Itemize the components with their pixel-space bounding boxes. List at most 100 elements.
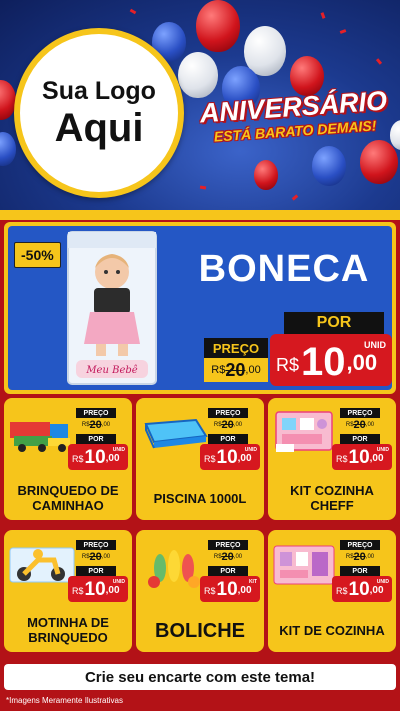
- price-currency: R$: [336, 454, 348, 464]
- old-price-value: 20: [89, 419, 102, 431]
- old-price: R$ 20,00: [76, 550, 116, 564]
- discount-badge: -50%: [14, 242, 61, 268]
- product-name: BRINQUEDO DE CAMINHAO: [17, 483, 119, 513]
- product-card[interactable]: PREÇO R$ 20,00 POR R$ 10,00 UNID PISCINA 10…: [136, 398, 264, 520]
- old-price: R$ 20,00: [340, 550, 380, 564]
- old-price: R$ 20,00: [208, 418, 248, 432]
- confetti-icon: [291, 194, 299, 201]
- old-price-currency: R$: [81, 422, 90, 428]
- balloon-icon: [312, 146, 346, 186]
- new-price: R$ 10,00 UNID: [332, 576, 392, 602]
- old-price-label: PREÇO: [208, 408, 248, 418]
- featured-old-price: R$ 20 ,00: [204, 358, 268, 382]
- balloon-icon: [360, 140, 398, 184]
- price-value: 10: [348, 447, 370, 468]
- cta-banner[interactable]: Crie seu encarte com este tema!: [4, 664, 396, 690]
- featured-product-panel: Meu Bebê -50% BONECA PREÇO R$ 20 ,00 POR…: [8, 226, 392, 390]
- featured-product-card[interactable]: Meu Bebê -50% BONECA PREÇO R$ 20 ,00 POR…: [4, 222, 396, 394]
- price-cents: ,00: [105, 585, 120, 596]
- price-value: 10: [84, 447, 106, 468]
- price-cents: ,00: [237, 585, 252, 596]
- image-disclaimer: *Imagens Meramente Ilustrativas: [6, 696, 123, 705]
- product-card[interactable]: PREÇO R$ 20,00 POR R$ 10,00 UNID KIT DE COZ…: [268, 530, 396, 652]
- new-price-label: POR: [340, 566, 380, 576]
- logo-text-line2: Aqui: [54, 105, 144, 150]
- product-name: MOTINHA DE BRINQUEDO: [27, 615, 109, 645]
- old-price-label: PREÇO: [208, 540, 248, 550]
- product-name: KIT DE COZINHA: [279, 622, 385, 638]
- price-currency: R$: [336, 586, 348, 596]
- featured-new-price-label: POR: [284, 312, 384, 334]
- new-price: R$ 10,00 UNID: [68, 576, 128, 602]
- balloon-icon: [178, 52, 218, 98]
- price-cents: ,00: [369, 453, 384, 464]
- new-price: R$ 10,00 UNID: [332, 444, 392, 470]
- featured-old-price-value: 20: [225, 359, 246, 380]
- header-divider: [0, 210, 400, 220]
- new-price-label: POR: [208, 434, 248, 444]
- old-price-cents: ,00: [233, 422, 243, 428]
- header-banner: Sua Logo Aqui ANIVERSÁRIO ESTÁ BARATO DE…: [0, 0, 400, 216]
- product-name: KIT COZINHA CHEFF: [290, 483, 374, 513]
- old-price-value: 20: [89, 551, 102, 563]
- featured-old-price-currency: R$: [211, 364, 226, 376]
- featured-price-cents: ,00: [346, 350, 378, 375]
- confetti-icon: [320, 12, 326, 19]
- price-cents: ,00: [105, 453, 120, 464]
- old-price: R$ 20,00: [340, 418, 380, 432]
- featured-price-value: 10: [301, 340, 346, 384]
- old-price-currency: R$: [345, 554, 354, 560]
- old-price-cents: ,00: [365, 554, 375, 560]
- logo-text-line1: Sua Logo: [42, 76, 156, 105]
- featured-new-price: R$ 10 ,00 UNID: [270, 334, 392, 386]
- price-value: 10: [348, 579, 370, 600]
- price-cents: ,00: [237, 453, 252, 464]
- balloon-icon: [0, 132, 16, 166]
- confetti-icon: [199, 185, 207, 190]
- product-card[interactable]: PREÇO R$ 20,00 POR R$ 10,00 UNID MOTINHA DE…: [4, 530, 132, 652]
- price-currency: R$: [72, 586, 84, 596]
- new-price-label: POR: [208, 566, 248, 576]
- old-price-label: PREÇO: [76, 408, 116, 418]
- confetti-icon: [339, 29, 347, 34]
- price-unit: UNID: [112, 579, 125, 585]
- product-card[interactable]: PREÇO R$ 20,00 POR R$ 10,00 UNID BRINQUEDO …: [4, 398, 132, 520]
- old-price-label: PREÇO: [76, 540, 116, 550]
- price-cents: ,00: [369, 585, 384, 596]
- balloon-icon: [196, 0, 240, 52]
- doll-box-icon: Meu Bebê: [67, 231, 157, 385]
- product-card[interactable]: PREÇO R$ 20,00 POR R$ 10,00 KIT BOLICHE: [136, 530, 264, 652]
- new-price: R$ 10,00 UNID: [200, 444, 260, 470]
- new-price-label: POR: [76, 566, 116, 576]
- product-name: PISCINA 1000L: [153, 490, 247, 506]
- old-price-cents: ,00: [101, 422, 111, 428]
- new-price: R$ 10,00 UNID: [68, 444, 128, 470]
- featured-old-price-label: PREÇO: [204, 338, 268, 358]
- old-price-currency: R$: [345, 422, 354, 428]
- price-unit: UNID: [112, 447, 125, 453]
- old-price-value: 20: [221, 551, 234, 563]
- featured-product-name: BONECA: [198, 248, 370, 290]
- featured-old-price-cents: ,00: [245, 364, 261, 376]
- price-unit: UNID: [244, 447, 257, 453]
- old-price-cents: ,00: [101, 554, 111, 560]
- product-card[interactable]: PREÇO R$ 20,00 POR R$ 10,00 UNID KIT COZINH…: [268, 398, 396, 520]
- new-price-label: POR: [76, 434, 116, 444]
- old-price: R$ 20,00: [76, 418, 116, 432]
- balloon-icon: [254, 160, 278, 190]
- old-price-label: PREÇO: [340, 408, 380, 418]
- old-price-currency: R$: [213, 554, 222, 560]
- price-value: 10: [216, 447, 238, 468]
- old-price-cents: ,00: [365, 422, 375, 428]
- confetti-icon: [129, 8, 137, 15]
- new-price: R$ 10,00 KIT: [200, 576, 260, 602]
- price-unit: KIT: [248, 579, 257, 585]
- confetti-icon: [375, 58, 383, 65]
- old-price-value: 20: [221, 419, 234, 431]
- price-value: 10: [84, 579, 106, 600]
- old-price-currency: R$: [213, 422, 222, 428]
- price-unit: UNID: [376, 447, 389, 453]
- price-currency: R$: [72, 454, 84, 464]
- old-price-currency: R$: [81, 554, 90, 560]
- featured-price-currency: R$: [276, 355, 300, 375]
